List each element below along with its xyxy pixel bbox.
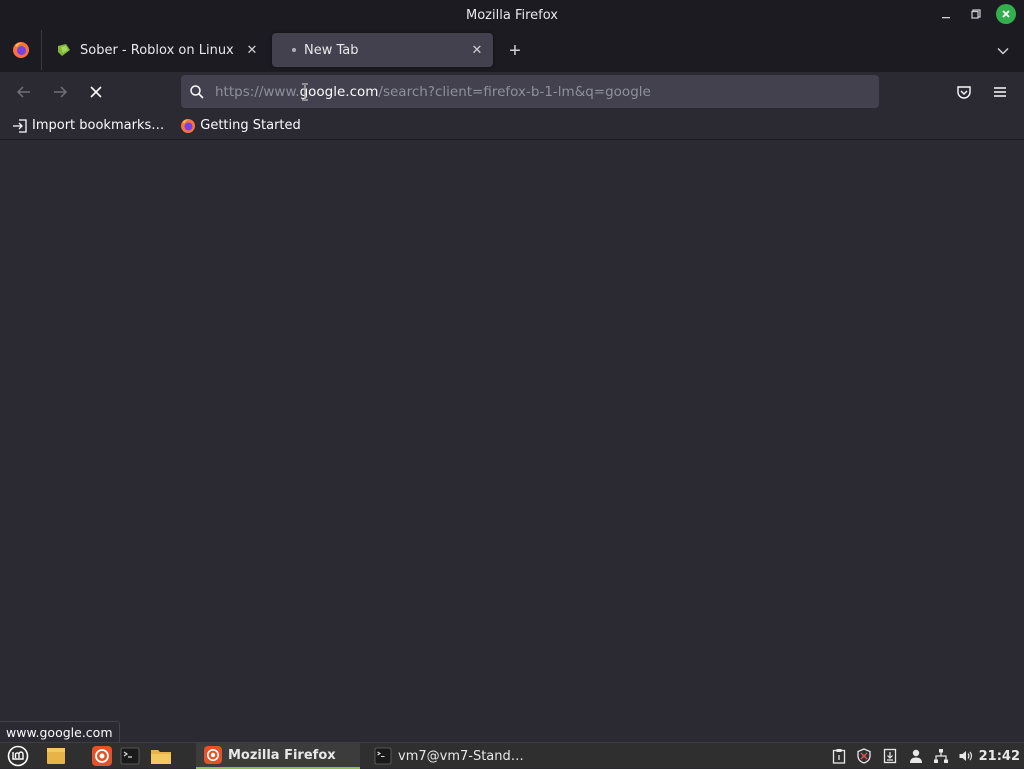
tab-close-icon[interactable]: ✕ xyxy=(467,40,487,60)
url-prefix: https://www. xyxy=(215,83,300,100)
pocket-button[interactable] xyxy=(950,78,978,106)
back-button[interactable] xyxy=(10,78,38,106)
folder-icon xyxy=(151,750,171,764)
task-label: vm7@vm7-Stand… xyxy=(398,748,524,764)
window-controls xyxy=(936,4,1016,24)
forward-button[interactable] xyxy=(46,78,74,106)
desktop-icon xyxy=(47,748,65,764)
close-icon[interactable] xyxy=(996,4,1016,24)
tab-sober[interactable]: Sober - Roblox on Linux ✕ xyxy=(46,33,268,67)
mint-menu-button[interactable] xyxy=(6,744,30,768)
firefox-icon xyxy=(12,42,29,58)
url-text[interactable]: https://www.google.com/search?client=fir… xyxy=(215,84,651,100)
launcher-firefox[interactable] xyxy=(90,744,114,768)
import-icon xyxy=(13,118,27,133)
arrow-right-icon xyxy=(54,86,68,98)
firefox-icon xyxy=(181,118,196,133)
window-title: Mozilla Firefox xyxy=(466,7,558,23)
task-firefox[interactable]: Mozilla Firefox xyxy=(196,743,360,769)
chevron-down-icon xyxy=(997,47,1009,55)
task-terminal[interactable]: vm7@vm7-Stand… xyxy=(366,743,536,769)
tab-label: Sober - Roblox on Linux xyxy=(80,42,234,58)
update-icon xyxy=(883,748,897,764)
bookmark-import[interactable]: Import bookmarks… xyxy=(8,114,168,138)
url-host: google.com xyxy=(299,83,379,100)
terminal-icon xyxy=(374,747,392,765)
text-cursor-icon xyxy=(302,83,308,101)
bookmark-label: Getting Started xyxy=(200,118,301,133)
clipboard-icon xyxy=(832,749,846,764)
volume-icon xyxy=(959,751,973,761)
user-icon xyxy=(910,749,922,763)
tray-volume[interactable] xyxy=(957,747,975,765)
stop-icon xyxy=(90,86,102,98)
app-menu-button[interactable] xyxy=(986,78,1014,106)
tray-security[interactable] xyxy=(855,747,873,765)
launcher-files[interactable] xyxy=(149,744,173,768)
minimize-icon[interactable] xyxy=(936,4,956,24)
tray-user[interactable] xyxy=(907,747,925,765)
launcher-terminal[interactable] xyxy=(118,744,142,768)
terminal-icon xyxy=(120,747,140,765)
maximize-icon[interactable] xyxy=(966,4,986,24)
page-content[interactable] xyxy=(0,141,1024,742)
tab-new-tab[interactable]: New Tab ✕ xyxy=(272,33,493,67)
show-desktop-button[interactable] xyxy=(44,744,68,768)
sober-icon xyxy=(58,44,70,56)
linux-mint-icon xyxy=(7,745,29,767)
arrow-left-icon xyxy=(16,86,30,98)
nav-bar: https://www.google.com/search?client=fir… xyxy=(0,72,1024,112)
firefox-icon xyxy=(204,746,222,764)
url-bar[interactable]: https://www.google.com/search?client=fir… xyxy=(181,75,879,108)
hamburger-icon xyxy=(994,87,1006,97)
tray-network[interactable] xyxy=(932,747,950,765)
list-all-tabs-button[interactable] xyxy=(990,38,1016,64)
new-tab-button[interactable]: + xyxy=(502,38,528,64)
bookmarks-toolbar: Import bookmarks… Getting Started xyxy=(0,112,1024,140)
tray-updates[interactable] xyxy=(881,747,899,765)
tab-close-icon[interactable]: ✕ xyxy=(242,40,262,60)
shield-icon xyxy=(857,748,871,764)
tray-clipboard[interactable] xyxy=(830,747,848,765)
tab-strip: Sober - Roblox on Linux ✕ New Tab ✕ + xyxy=(0,30,1024,72)
clock[interactable]: 21:42 xyxy=(979,743,1020,769)
pocket-icon xyxy=(957,86,971,99)
firefox-view-button[interactable] xyxy=(0,30,42,70)
title-bar: Mozilla Firefox xyxy=(0,0,1024,30)
stop-button[interactable] xyxy=(82,78,110,106)
bookmark-label: Import bookmarks… xyxy=(32,118,165,133)
network-icon xyxy=(934,749,948,763)
status-panel: www.google.com xyxy=(0,721,120,742)
loading-dot xyxy=(292,48,296,52)
task-label: Mozilla Firefox xyxy=(228,747,336,763)
firefox-icon xyxy=(92,746,112,766)
taskbar: Mozilla Firefox vm7@vm7-Stand… 21:42 xyxy=(0,742,1024,769)
url-path: /search?client=firefox-b-1-lm&q=google xyxy=(378,83,651,100)
tab-label: New Tab xyxy=(304,42,359,58)
bookmark-getting-started[interactable]: Getting Started xyxy=(176,114,305,138)
search-icon xyxy=(190,84,204,99)
